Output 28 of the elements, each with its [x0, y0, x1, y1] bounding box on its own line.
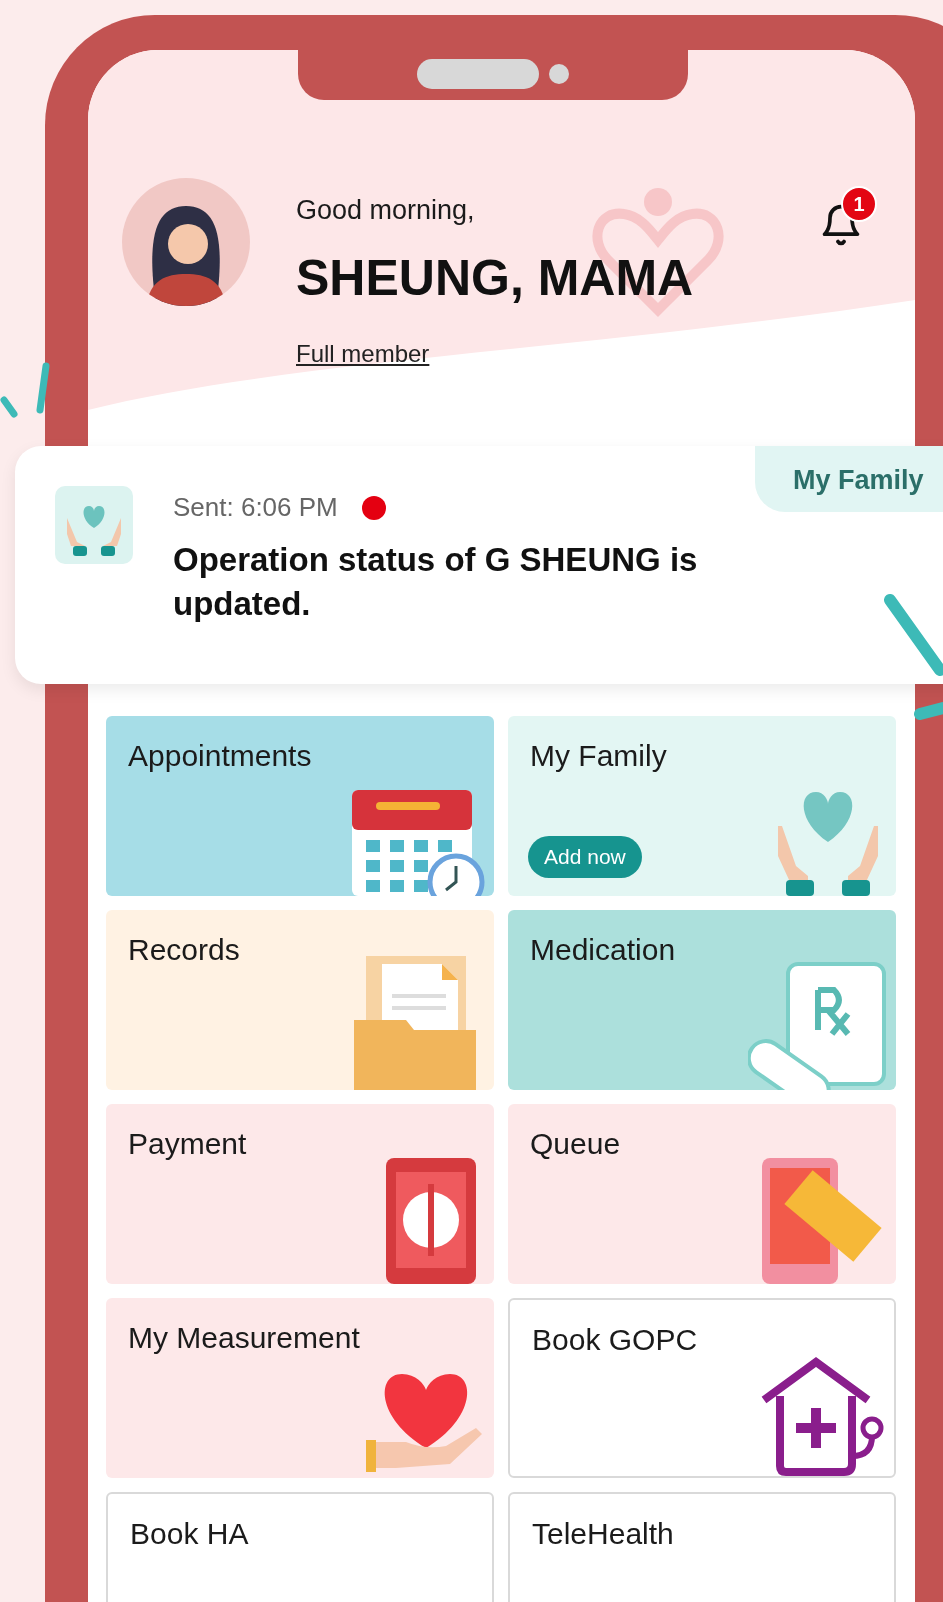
menu-tile[interactable]: Queue [508, 1103, 896, 1284]
tile-label: Records [128, 931, 241, 968]
sent-time: Sent: 6:06 PM [173, 491, 338, 524]
heart-in-hands-icon [55, 485, 133, 564]
tile-label: Appointments [128, 737, 313, 774]
add-now-button[interactable]: Add now [528, 835, 642, 878]
menu-tile[interactable]: Appointments [106, 715, 494, 896]
tile-label: Payment [128, 1125, 248, 1162]
tile-label: My Measurement [128, 1319, 361, 1356]
menu-tile[interactable]: My Measurement [106, 1297, 494, 1478]
tile-label: My Family [530, 737, 668, 774]
menu-tile[interactable]: Book GOPC [508, 1297, 896, 1478]
menu-tile[interactable]: My Family Add now [508, 715, 896, 896]
user-name: SHEUNG, MAMA [296, 248, 694, 308]
tile-label: Queue [530, 1125, 622, 1162]
menu-tile[interactable]: Book HA [106, 1491, 494, 1602]
tile-label: Medication [530, 931, 677, 968]
message-text: Operation status of G SHEUNG is updated. [173, 539, 699, 624]
greeting-text: Good morning, [296, 194, 476, 227]
menu-tile[interactable]: TeleHealth [508, 1491, 896, 1602]
menu-tile[interactable]: Medication [508, 909, 896, 1090]
tile-label: Book GOPC [532, 1321, 699, 1358]
tile-label: Book HA [130, 1515, 250, 1552]
menu-tile[interactable]: Payment [106, 1103, 494, 1284]
membership-link[interactable]: Full member [296, 335, 430, 372]
menu-tile[interactable]: Records [106, 909, 494, 1090]
tile-label: TeleHealth [532, 1515, 675, 1552]
category-tab[interactable]: My Family [755, 445, 943, 512]
